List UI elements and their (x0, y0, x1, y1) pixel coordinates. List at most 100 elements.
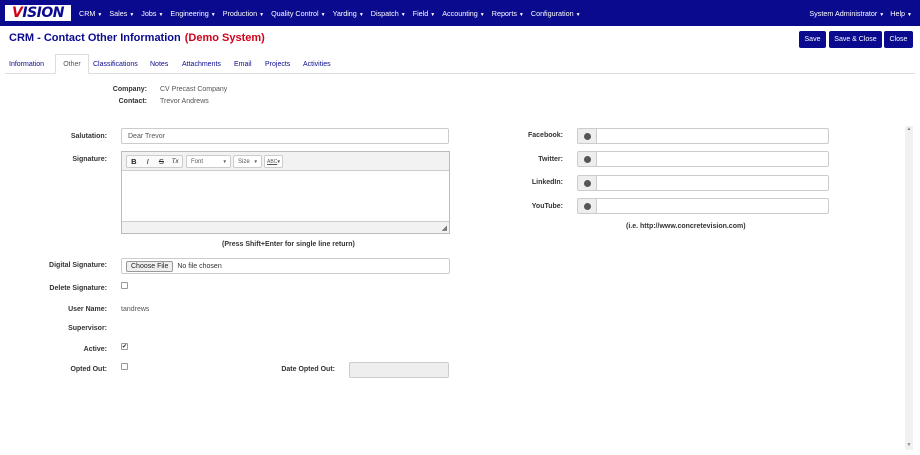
italic-button[interactable]: I (141, 157, 155, 166)
font-select[interactable]: Font ▼ (186, 155, 231, 168)
editor-footer: ◢ (122, 221, 449, 233)
strikethrough-button[interactable]: S (155, 157, 169, 166)
save-button[interactable]: Save (799, 31, 826, 48)
choose-file-button[interactable]: Choose File (126, 260, 174, 272)
user-menu[interactable]: System Administrator ▼ (809, 9, 884, 18)
size-select[interactable]: Size ▼ (233, 155, 262, 168)
scroll-up-icon[interactable]: ▲ (905, 126, 913, 134)
nav-right: System Administrator ▼ Help ▼ (803, 0, 912, 26)
active-checkbox[interactable]: ✔ (121, 343, 128, 350)
tab-notes[interactable]: Notes (150, 54, 168, 74)
date-opted-out-input (349, 362, 449, 378)
format-button-group: B I S Tx (126, 155, 183, 168)
tab-email[interactable]: Email (234, 54, 252, 74)
chevron-down-icon: ▼ (575, 11, 581, 18)
nav-jobs[interactable]: Jobs ▼ (141, 9, 163, 18)
nav-crm[interactable]: CRM ▼ (79, 9, 102, 18)
nav-production[interactable]: Production ▼ (223, 9, 264, 18)
signature-label: Signature: (72, 156, 107, 163)
salutation-label: Salutation: (70, 133, 107, 140)
contact-value: Trevor Andrews (160, 98, 209, 105)
help-menu[interactable]: Help ▼ (890, 9, 912, 18)
nav-accounting[interactable]: Accounting ▼ (442, 9, 485, 18)
logo-text-left: V (12, 5, 23, 21)
check-icon: ✔ (122, 344, 128, 350)
user-name-label: User Name: (68, 306, 107, 313)
spellcheck-button[interactable]: ABC ▼ (264, 155, 283, 168)
chevron-down-icon: ▼ (97, 11, 103, 18)
company-value: CV Precast Company (160, 86, 228, 93)
nav-dispatch[interactable]: Dispatch ▼ (371, 9, 406, 18)
bold-button[interactable]: B (127, 157, 141, 166)
chevron-down-icon: ▼ (259, 11, 265, 18)
page-scrollbar[interactable]: ▲ ▼ (905, 126, 913, 450)
twitter-input[interactable] (596, 151, 829, 167)
scroll-down-icon[interactable]: ▼ (905, 442, 913, 450)
nav-quality-control[interactable]: Quality Control ▼ (271, 9, 326, 18)
chevron-down-icon: ▼ (320, 11, 326, 18)
delete-signature-checkbox[interactable] (121, 282, 128, 289)
tab-projects[interactable]: Projects (265, 54, 290, 74)
twitter-addon (577, 151, 597, 167)
chevron-down-icon: ▼ (518, 11, 524, 18)
tab-classifications[interactable]: Classifications (93, 54, 138, 74)
nav-engineering[interactable]: Engineering ▼ (170, 9, 215, 18)
chevron-down-icon: ▼ (276, 159, 281, 164)
nav-configuration[interactable]: Configuration ▼ (531, 9, 581, 18)
opted-out-checkbox[interactable] (121, 363, 128, 370)
nav-field[interactable]: Field ▼ (413, 9, 436, 18)
signature-text-area[interactable] (122, 171, 449, 221)
twitter-label: Twitter: (538, 156, 563, 163)
social-url-hint: (i.e. http://www.concretevision.com) (626, 223, 746, 230)
signature-editor: B I S Tx Font ▼ Size ▼ ABC ▼ ◢ (121, 151, 450, 234)
chevron-down-icon: ▼ (907, 11, 912, 18)
facebook-addon (577, 128, 597, 144)
facebook-input[interactable] (596, 128, 829, 144)
youtube-input[interactable] (596, 198, 829, 214)
user-name-value: tandrews (121, 306, 150, 313)
demo-system-label: (Demo System) (184, 32, 265, 44)
chevron-down-icon: ▼ (479, 11, 485, 18)
globe-icon (583, 202, 591, 210)
chevron-down-icon: ▼ (222, 159, 227, 164)
chevron-down-icon: ▼ (358, 11, 364, 18)
youtube-label: YouTube: (531, 203, 563, 210)
salutation-input[interactable]: Dear Trevor (121, 128, 449, 144)
main-menu: CRM ▼ Sales ▼ Jobs ▼ Engineering ▼ Productio… (79, 0, 588, 26)
tab-information[interactable]: Information (9, 54, 44, 74)
logo-text-right: ISION (22, 5, 64, 21)
active-label: Active: (83, 346, 107, 353)
company-label: Company: (112, 86, 147, 93)
tab-bar: Information Other Classifications Notes … (5, 54, 915, 74)
file-status: No file chosen (177, 262, 222, 270)
save-close-button[interactable]: Save & Close (829, 31, 882, 48)
vision-logo[interactable]: VISION (5, 5, 71, 21)
clear-format-button[interactable]: Tx (168, 159, 182, 165)
youtube-addon (577, 198, 597, 214)
nav-sales[interactable]: Sales ▼ (109, 9, 134, 18)
globe-icon (583, 155, 591, 163)
nav-reports[interactable]: Reports ▼ (492, 9, 524, 18)
chevron-down-icon: ▼ (430, 11, 436, 18)
delete-signature-label: Delete Signature: (49, 285, 107, 292)
signature-hint: (Press Shift+Enter for single line retur… (222, 241, 355, 248)
page-title: CRM - Contact Other Information (Demo Sys… (9, 32, 265, 44)
tab-attachments[interactable]: Attachments (182, 54, 221, 74)
globe-icon (583, 132, 591, 140)
opted-out-label: Opted Out: (70, 366, 107, 373)
editor-toolbar: B I S Tx Font ▼ Size ▼ ABC ▼ (122, 152, 449, 171)
tab-activities[interactable]: Activities (303, 54, 331, 74)
linkedin-input[interactable] (596, 175, 829, 191)
linkedin-addon (577, 175, 597, 191)
nav-yarding[interactable]: Yarding ▼ (333, 9, 364, 18)
tab-other[interactable]: Other (55, 54, 89, 74)
linkedin-label: LinkedIn: (531, 179, 563, 186)
chevron-down-icon: ▼ (400, 11, 406, 18)
chevron-down-icon: ▼ (210, 11, 216, 18)
resize-handle-icon[interactable]: ◢ (442, 224, 447, 232)
close-button[interactable]: Close (884, 31, 913, 48)
date-opted-out-label: Date Opted Out: (281, 366, 335, 373)
chevron-down-icon: ▼ (158, 11, 164, 18)
chevron-down-icon: ▼ (253, 159, 258, 164)
contact-label: Contact: (118, 98, 147, 105)
